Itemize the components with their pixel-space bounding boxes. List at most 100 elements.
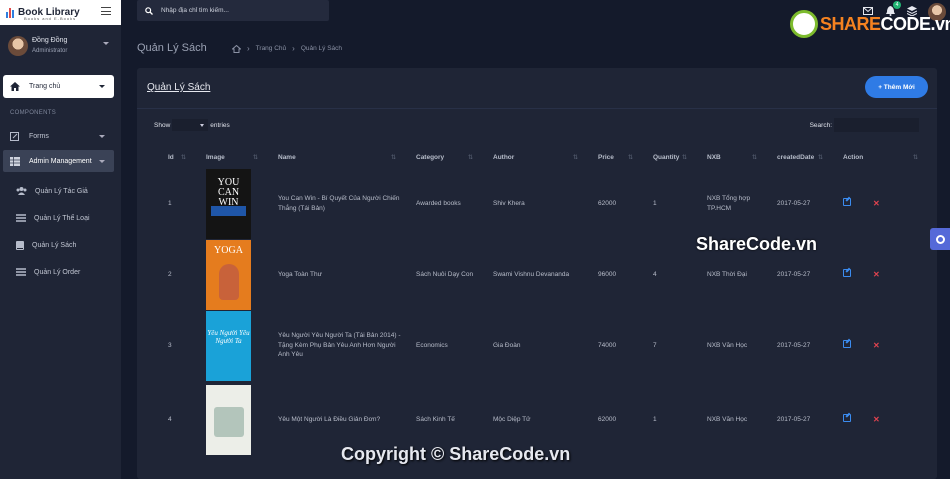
sort-icon: ⇅ — [467, 155, 473, 161]
cell-id: 4 — [168, 416, 172, 424]
sidebar-item-categories[interactable]: Quản Lý Thể Loại — [16, 209, 90, 227]
sort-icon: ⇅ — [180, 155, 186, 161]
chevron-right-icon: › — [292, 44, 295, 53]
cell-nxb: NXB Văn Học — [707, 416, 748, 424]
cell-price: 62000 — [598, 416, 617, 424]
column-header-image[interactable]: Image ⇅ — [192, 146, 264, 168]
breadcrumb-item-home[interactable]: Trang Chủ — [256, 45, 286, 52]
cell-author: Swami Vishnu Devananda — [493, 270, 570, 278]
entries-label: entries — [210, 121, 230, 129]
gear-icon — [935, 234, 945, 244]
sharecode-logo-icon — [790, 10, 818, 38]
column-header-id[interactable]: Id ⇅ — [154, 146, 192, 168]
sort-icon: ⇅ — [912, 155, 918, 161]
books-table: Id ⇅ Image ⇅ Name ⇅ Category ⇅ Author ⇅ Price… — [154, 146, 924, 459]
sidebar-item-books[interactable]: Quản Lý Sách — [16, 236, 76, 254]
card-title[interactable]: Quản Lý Sách — [147, 82, 210, 93]
sidebar-item-admin-management[interactable]: Admin Management — [3, 150, 114, 172]
cell-price: 96000 — [598, 270, 617, 278]
cell-price: 62000 — [598, 199, 617, 207]
sidebar-item-label: Admin Management — [29, 157, 92, 165]
sidebar-item-label: Quản Lý Tác Giả — [35, 187, 88, 195]
sidebar-item-home[interactable]: Trang chủ — [3, 75, 114, 98]
cell-action: ✕ — [829, 168, 924, 239]
cell-nxb: NXB Văn Học — [707, 341, 748, 349]
book-cover — [206, 385, 251, 455]
cell-name: You Can Win - Bí Quyết Của Người Chiến T… — [278, 195, 400, 212]
edit-icon[interactable] — [843, 414, 851, 423]
cell-author: Gia Đoàn — [493, 341, 521, 349]
chevron-right-icon: › — [247, 44, 250, 53]
delete-icon[interactable]: ✕ — [873, 270, 880, 280]
sharecode-logo: SHARECODE.vn — [790, 10, 950, 38]
delete-icon[interactable]: ✕ — [873, 199, 880, 209]
logo-icon — [6, 7, 14, 18]
section-label: COMPONENTS — [10, 110, 57, 116]
column-header-category[interactable]: Category ⇅ — [402, 146, 479, 168]
books-card: Quản Lý Sách + Thêm Mới Show entries Sea… — [137, 68, 937, 479]
home-icon — [10, 82, 20, 91]
column-header-created-date[interactable]: createdDate ⇅ — [763, 146, 829, 168]
delete-icon[interactable]: ✕ — [873, 415, 880, 425]
settings-toggle[interactable] — [930, 228, 950, 250]
cell-quantity: 1 — [653, 199, 657, 207]
cell-name: Yêu Người Yêu Người Ta (Tái Bản 2014) - … — [278, 332, 401, 359]
book-cover: YOGA — [206, 239, 251, 310]
sharecode-logo-text: SHARECODE.vn — [820, 13, 950, 34]
home-icon[interactable] — [232, 44, 241, 53]
sort-icon: ⇅ — [681, 155, 687, 161]
chevron-down-icon — [99, 85, 105, 88]
sidebar-item-authors[interactable]: Quản Lý Tác Giả — [16, 182, 88, 200]
cell-action: ✕ — [829, 381, 924, 459]
edit-icon — [10, 131, 19, 141]
edit-icon[interactable] — [843, 197, 851, 206]
column-header-action[interactable]: Action ⇅ — [829, 146, 924, 168]
cell-action: ✕ — [829, 310, 924, 381]
user-panel[interactable]: Đồng Đồng Administrator — [8, 34, 113, 58]
search-placeholder: Nhập địa chỉ tìm kiếm... — [161, 7, 229, 14]
cell-price: 74000 — [598, 341, 617, 349]
cell-id: 2 — [168, 270, 172, 278]
users-icon — [16, 187, 27, 195]
watermark-copyright: Copyright © ShareCode.vn — [341, 444, 571, 464]
show-label: Show — [154, 121, 171, 129]
cell-image: Yêu Người Yêu Người Ta — [192, 310, 264, 381]
column-header-name[interactable]: Name ⇅ — [264, 146, 402, 168]
cell-image: YOU CAN WIN — [192, 168, 264, 239]
brand[interactable]: Book Library Books and E-Books — [0, 0, 121, 25]
entries-select[interactable] — [172, 119, 209, 131]
table-row: 3 Yêu Người Yêu Người Ta Yêu Người Yêu N… — [154, 310, 924, 381]
watermark-middle: ShareCode.vn — [696, 234, 818, 254]
column-header-nxb[interactable]: NXB ⇅ — [693, 146, 763, 168]
sidebar-item-label: Quản Lý Order — [34, 268, 81, 276]
search-input[interactable]: Nhập địa chỉ tìm kiếm... — [137, 0, 329, 21]
sort-icon: ⇅ — [751, 155, 757, 161]
column-header-price[interactable]: Price ⇅ — [584, 146, 639, 168]
table-row: 1 YOU CAN WIN You Can Win - Bí Quyết Của… — [154, 168, 924, 239]
divider — [137, 108, 937, 109]
cell-image — [192, 381, 264, 459]
cell-category: Awarded books — [416, 199, 461, 207]
user-name: Đồng Đồng — [32, 37, 68, 44]
sidebar-item-forms[interactable]: Forms — [3, 125, 114, 147]
sidebar: Book Library Books and E-Books Đồng Đồng… — [0, 0, 121, 479]
table-search-input[interactable] — [834, 118, 919, 132]
cell-quantity: 1 — [653, 416, 657, 424]
search-label: Search: — [809, 121, 832, 129]
sidebar-item-label: Trang chủ — [29, 83, 61, 90]
cell-created-date: 2017-05-27 — [777, 199, 811, 207]
breadcrumb: › Trang Chủ › Quản Lý Sách — [232, 44, 342, 53]
column-header-author[interactable]: Author ⇅ — [479, 146, 584, 168]
edit-icon[interactable] — [843, 339, 851, 348]
menu-toggle-icon[interactable] — [101, 7, 111, 15]
sort-icon: ⇅ — [817, 155, 823, 161]
delete-icon[interactable]: ✕ — [873, 341, 880, 351]
page-title: Quản Lý Sách — [137, 42, 207, 54]
add-book-button[interactable]: + Thêm Mới — [865, 76, 928, 98]
sidebar-item-orders[interactable]: Quản Lý Order — [16, 263, 80, 281]
column-header-quantity[interactable]: Quantity ⇅ — [639, 146, 693, 168]
sidebar-item-label: Quản Lý Sách — [32, 241, 77, 249]
book-cover: YOU CAN WIN — [206, 168, 251, 239]
edit-icon[interactable] — [843, 268, 851, 277]
entries-length: Show entries — [154, 119, 230, 131]
